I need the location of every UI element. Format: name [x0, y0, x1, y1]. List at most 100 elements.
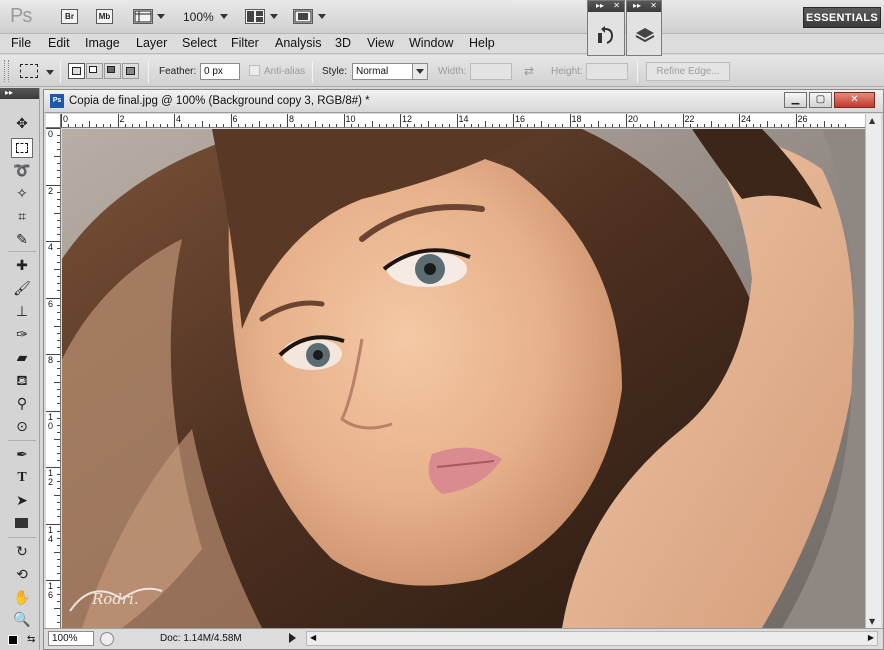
paint-bucket-tool-icon[interactable]: ⛾	[11, 371, 33, 391]
vertical-scrollbar[interactable]: ▲ ▼	[865, 114, 881, 628]
type-tool-icon[interactable]: T	[11, 468, 33, 488]
ruler-tick	[89, 121, 91, 127]
healing-brush-tool-icon[interactable]: ✚	[11, 256, 33, 276]
zoom-level-select[interactable]: 100%	[183, 10, 214, 24]
close-panel-icon[interactable]: ✕	[650, 1, 657, 11]
close-panel-icon[interactable]: ✕	[613, 1, 620, 11]
menu-layer[interactable]: Layer	[136, 36, 167, 50]
view-extras-dropdown-icon[interactable]	[157, 14, 165, 19]
close-button[interactable]: ✕	[834, 92, 875, 108]
intersect-selection-icon[interactable]	[122, 63, 139, 79]
image-canvas[interactable]: Rodri.	[62, 129, 867, 628]
menu-help[interactable]: Help	[469, 36, 495, 50]
new-selection-icon[interactable]	[68, 63, 85, 79]
ruler-tick	[57, 424, 60, 426]
ruler-tick	[216, 124, 218, 127]
lasso-tool-icon[interactable]: ➰	[11, 161, 33, 181]
menu-3d[interactable]: 3D	[335, 36, 351, 50]
menu-select[interactable]: Select	[182, 36, 217, 50]
marquee-tool-icon[interactable]	[11, 138, 33, 158]
crop-tool-icon[interactable]: ⌗	[11, 207, 33, 227]
horizontal-scrollbar[interactable]: ◀ ▶	[306, 631, 878, 646]
vertical-ruler[interactable]: 0 2 4 6 8 10 12 14 16	[46, 128, 61, 628]
options-bar: Feather: 0 px Anti-alias Style: Normal W…	[0, 55, 884, 87]
3d-rotate-tool-icon[interactable]: ↻	[11, 542, 33, 562]
menu-view[interactable]: View	[367, 36, 394, 50]
zoom-tool-icon[interactable]: 🔍	[11, 610, 33, 630]
ruler-tick	[57, 481, 60, 483]
style-select[interactable]: Normal	[352, 63, 428, 80]
options-grip[interactable]	[4, 60, 9, 82]
screen-mode-dropdown-icon[interactable]	[318, 14, 326, 19]
refine-edge-button[interactable]: Refine Edge...	[646, 62, 730, 81]
width-input[interactable]	[470, 63, 512, 80]
document-tab[interactable]: Ps Copia de final.jpg @ 100% (Background…	[44, 90, 883, 113]
feather-input[interactable]: 0 px	[200, 63, 240, 80]
foreground-color-swatch[interactable]	[8, 635, 18, 645]
screen-mode-icon[interactable]	[293, 9, 313, 24]
shape-tool-icon[interactable]	[11, 514, 33, 534]
ruler-tick	[717, 124, 719, 127]
eraser-tool-icon[interactable]: ▰	[11, 348, 33, 368]
layers-icon[interactable]	[635, 27, 655, 46]
dodge-tool-icon[interactable]: ⚲	[11, 394, 33, 414]
arrange-documents-icon[interactable]	[245, 9, 265, 24]
pen-tool-icon[interactable]: ✒	[11, 445, 33, 465]
hand-tool-icon[interactable]: ✋	[11, 588, 33, 608]
status-menu-arrow-icon[interactable]	[289, 633, 296, 643]
chevron-down-icon[interactable]	[412, 64, 427, 79]
ruler-tick	[400, 114, 401, 127]
brush-tool-icon[interactable]: 🖌	[11, 279, 33, 299]
panel-header[interactable]: ▸▸ ✕	[627, 1, 661, 12]
bridge-button[interactable]: Br	[61, 9, 78, 24]
path-selection-tool-icon[interactable]: ➤	[11, 491, 33, 511]
tool-preset-dropdown-icon[interactable]	[46, 70, 54, 75]
arrange-dropdown-icon[interactable]	[270, 14, 278, 19]
history-brush-tool-icon[interactable]: ✑	[11, 325, 33, 345]
zoom-dropdown-icon[interactable]	[220, 14, 228, 19]
height-input[interactable]	[586, 63, 628, 80]
status-zoom-field[interactable]: 100%	[48, 631, 94, 646]
scroll-left-icon[interactable]: ◀	[310, 633, 316, 642]
ruler-h-label: 4	[176, 114, 182, 124]
swap-dimensions-icon[interactable]: ⇄	[524, 64, 534, 78]
minimize-button[interactable]: ▁	[784, 92, 807, 108]
layers-panel-collapsed[interactable]: ▸▸ ✕	[626, 0, 662, 56]
add-to-selection-icon[interactable]	[86, 63, 103, 79]
minibridge-button[interactable]: Mb	[96, 9, 113, 24]
ruler-tick	[844, 124, 846, 127]
expand-panel-icon[interactable]: ▸▸	[596, 1, 604, 11]
subtract-from-selection-icon[interactable]	[104, 63, 121, 79]
panel-header[interactable]: ▸▸ ✕	[588, 1, 624, 12]
burn-tool-icon[interactable]: ⊙	[11, 417, 33, 437]
menu-analysis[interactable]: Analysis	[275, 36, 322, 50]
horizontal-ruler[interactable]: 0 2 4 6 8 10 12 14 16 18 20 22 24 26	[61, 114, 867, 128]
swap-colors-icon[interactable]: ⇆	[27, 634, 35, 645]
scroll-down-icon[interactable]: ▼	[869, 617, 875, 626]
3d-orbit-tool-icon[interactable]: ⟲	[11, 565, 33, 585]
tools-panel: ▸▸ ✥ ➰ ✧ ⌗ ✎ ✚ 🖌 ⊥ ✑ ▰ ⛾ ⚲ ⊙ ✒ T ➤ ↻ ⟲ ✋…	[0, 88, 40, 650]
ruler-tick	[57, 459, 60, 461]
scroll-up-icon[interactable]: ▲	[869, 116, 875, 125]
quick-select-tool-icon[interactable]: ✧	[11, 184, 33, 204]
clone-stamp-tool-icon[interactable]: ⊥	[11, 302, 33, 322]
anti-alias-checkbox[interactable]	[249, 65, 260, 76]
expand-panel-icon[interactable]: ▸▸	[633, 1, 641, 11]
workspace-switcher-button[interactable]: ESSENTIALS	[803, 7, 881, 28]
scroll-right-icon[interactable]: ▶	[868, 633, 874, 642]
move-tool-icon[interactable]: ✥	[11, 114, 33, 134]
history-icon[interactable]	[597, 25, 615, 48]
maximize-button[interactable]: ▢	[809, 92, 832, 108]
menu-image[interactable]: Image	[85, 36, 120, 50]
status-info-icon[interactable]	[100, 632, 114, 646]
menu-file[interactable]: File	[11, 36, 31, 50]
view-extras-icon[interactable]	[133, 9, 153, 24]
menu-edit[interactable]: Edit	[48, 36, 70, 50]
history-panel-collapsed[interactable]: ▸▸ ✕	[587, 0, 625, 56]
marquee-preset-icon[interactable]	[20, 64, 38, 78]
eyedropper-tool-icon[interactable]: ✎	[11, 230, 33, 250]
menu-window[interactable]: Window	[409, 36, 453, 50]
ruler-origin[interactable]	[46, 114, 61, 128]
tools-panel-header[interactable]: ▸▸	[0, 88, 39, 99]
menu-filter[interactable]: Filter	[231, 36, 259, 50]
